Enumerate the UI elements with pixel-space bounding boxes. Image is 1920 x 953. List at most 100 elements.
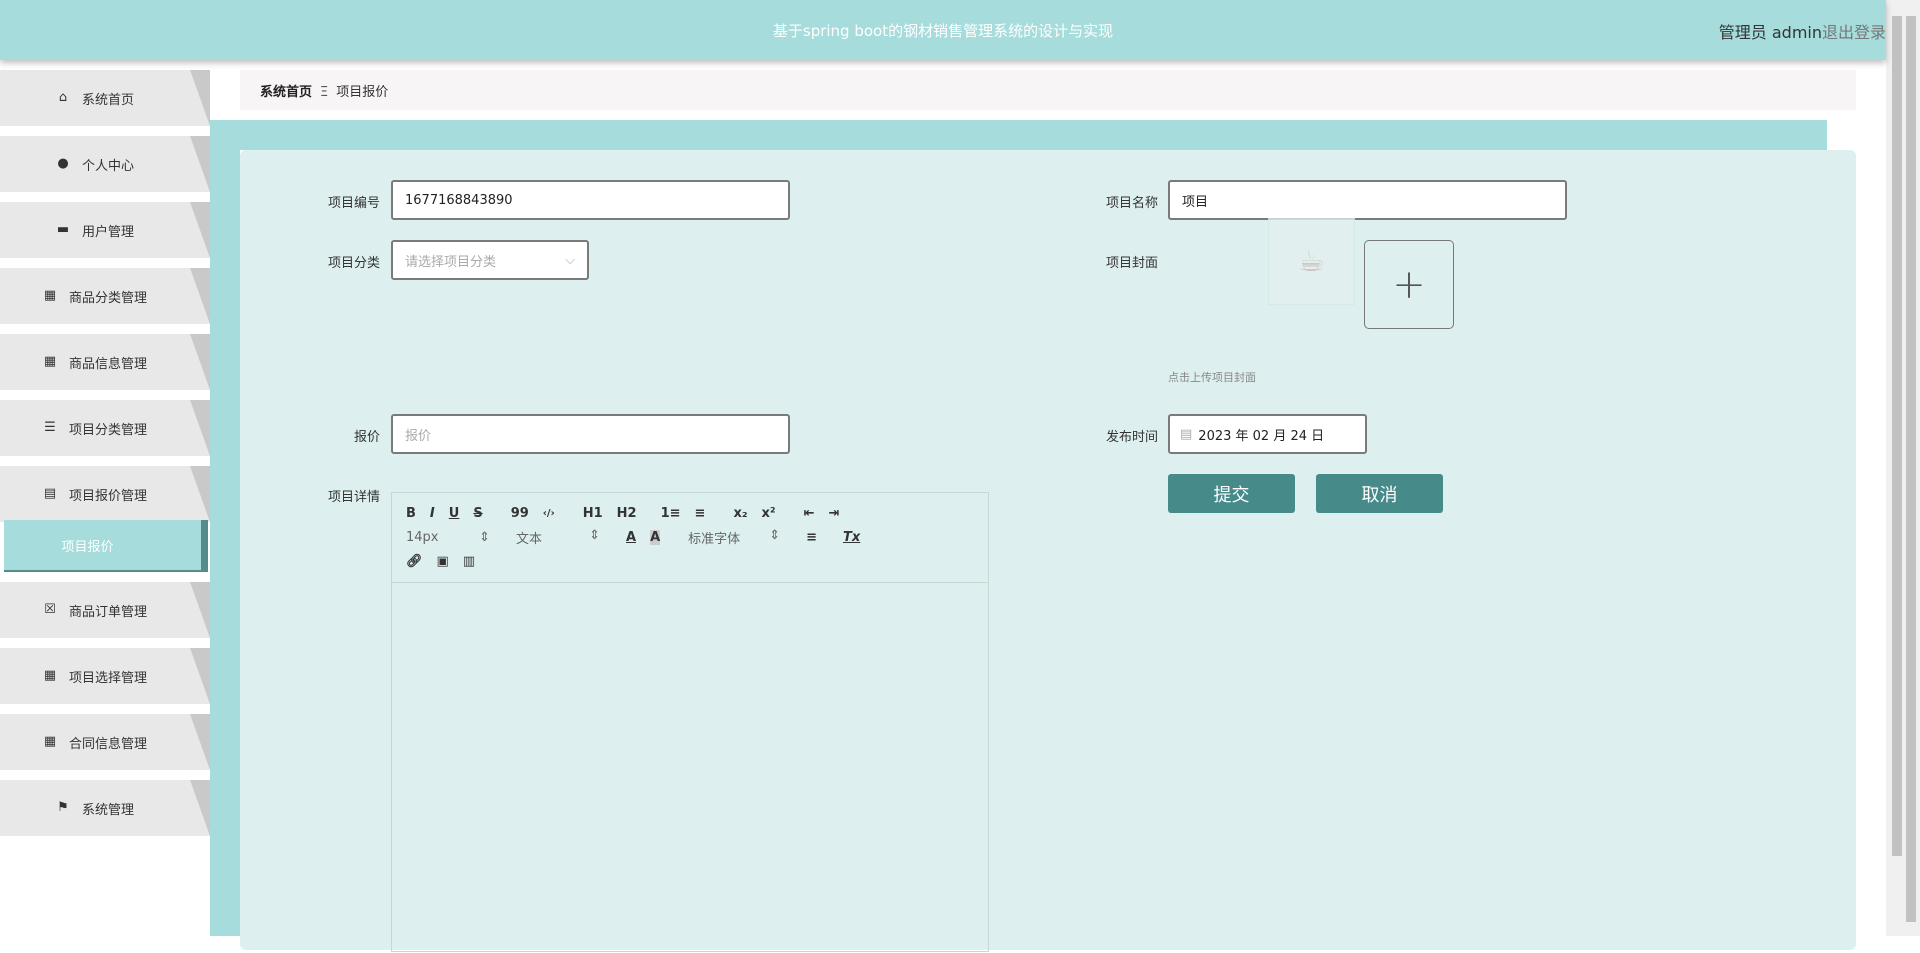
sidebar-item-label: 商品分类管理 xyxy=(68,290,147,306)
app-title: 基于spring boot的钢材销售管理系统的设计与实现 xyxy=(772,22,1114,40)
editor-toolbar: B I U S 99 ‹/› H1 H2 1≡ ≡ x₂ x² ⇤ ⇥ 14px… xyxy=(392,493,988,583)
font-family-value: 标准字体 xyxy=(688,531,741,547)
sidebar-item-users[interactable]: ▬ 用户管理 xyxy=(0,202,210,258)
sidebar-item-label: 个人中心 xyxy=(81,158,134,174)
breadcrumb-home[interactable]: 系统首页 xyxy=(260,85,312,100)
java-image-icon: ☕ xyxy=(1268,218,1355,305)
name-input[interactable]: 项目 xyxy=(1168,180,1567,220)
sidebar-item-project-select[interactable]: ▦ 项目选择管理 xyxy=(0,648,210,704)
h1-button[interactable]: H1 xyxy=(583,506,603,521)
strike-button[interactable]: S xyxy=(473,506,482,521)
updown-icon: ⇕ xyxy=(589,527,600,543)
sliders-icon: ☰ xyxy=(44,420,56,435)
content-band xyxy=(210,120,1827,150)
header-select[interactable]: 文本 ⇕ xyxy=(516,528,600,547)
code-block-button[interactable]: ‹/› xyxy=(543,508,555,519)
breadcrumb-separator: Ξ xyxy=(320,85,329,100)
category-label: 项目分类 xyxy=(327,256,380,271)
chevron-down-icon: ⌵ xyxy=(565,252,575,268)
sidebar-item-profile[interactable]: ● 个人中心 xyxy=(0,136,210,192)
sidebar-item-label: 项目报价管理 xyxy=(68,488,147,504)
blockquote-button[interactable]: 99 xyxy=(511,506,529,521)
cancel-button[interactable]: 取消 xyxy=(1316,474,1443,513)
scrollbar-thumb[interactable] xyxy=(1892,16,1902,856)
sidebar-item-label: 系统管理 xyxy=(81,802,134,818)
ordered-list-button[interactable]: 1≡ xyxy=(661,506,681,521)
sidebar-item-project-category[interactable]: ☰ 项目分类管理 xyxy=(0,400,210,456)
align-button[interactable]: ≡ xyxy=(806,530,817,545)
subscript-button[interactable]: x₂ xyxy=(733,506,747,521)
grid-icon: ▦ xyxy=(43,288,57,303)
submit-button[interactable]: 提交 xyxy=(1168,474,1295,513)
scrollbar-thumb-outer[interactable] xyxy=(1906,16,1916,922)
h2-button[interactable]: H2 xyxy=(617,506,637,521)
italic-button[interactable]: I xyxy=(430,506,435,521)
sidebar-item-goods-info[interactable]: ▦ 商品信息管理 xyxy=(0,334,210,390)
font-color-button[interactable]: A xyxy=(626,530,636,545)
sidebar: ⌂ 系统首页 ● 个人中心 ▬ 用户管理 ▦ 商品分类管理 ▦ 商品信息管理 ☰ 项目分类管… xyxy=(0,60,210,936)
bullet-list-button[interactable]: ≡ xyxy=(695,506,706,521)
date-input[interactable]: ▤ 2023 年 02 月 24 日 xyxy=(1168,414,1367,454)
price-input[interactable]: 报价 xyxy=(391,414,790,454)
link-icon[interactable]: 🔗︎ xyxy=(406,554,423,569)
name-value: 项目 xyxy=(1182,194,1209,210)
image-icon[interactable]: ▣ xyxy=(437,554,449,569)
current-user: 管理员 admin xyxy=(1718,23,1822,42)
font-size-value: 14px xyxy=(406,529,439,545)
price-label: 报价 xyxy=(353,430,380,445)
bold-button[interactable]: B xyxy=(406,506,416,521)
content-band-left xyxy=(210,120,240,936)
superscript-button[interactable]: x² xyxy=(762,506,776,521)
grid-icon: ▦ xyxy=(43,354,57,369)
video-icon[interactable]: ▥ xyxy=(463,554,475,569)
breadcrumb-current: 项目报价 xyxy=(336,85,389,100)
underline-button[interactable]: U xyxy=(449,506,460,521)
rich-text-editor: B I U S 99 ‹/› H1 H2 1≡ ≡ x₂ x² ⇤ ⇥ 14px… xyxy=(391,492,989,952)
sidebar-item-label: 项目分类管理 xyxy=(68,422,147,438)
code-label: 项目编号 xyxy=(327,196,380,211)
sidebar-item-label: 商品订单管理 xyxy=(68,604,147,620)
plus-icon: + xyxy=(1392,261,1426,308)
clear-format-button[interactable]: Tx xyxy=(843,530,860,545)
sidebar-item-contracts[interactable]: ▦ 合同信息管理 xyxy=(0,714,210,770)
sidebar-item-label: 商品信息管理 xyxy=(68,356,147,372)
font-size-select[interactable]: 14px ⇕ xyxy=(406,530,490,545)
user-icon: ● xyxy=(57,156,69,171)
indent-button[interactable]: ⇥ xyxy=(829,506,840,521)
detail-label: 项目详情 xyxy=(327,490,380,505)
sidebar-item-home[interactable]: ⌂ 系统首页 xyxy=(0,70,210,126)
sidebar-item-system[interactable]: ⚑ 系统管理 xyxy=(0,780,210,836)
monitor-icon: ▬ xyxy=(56,222,70,237)
calendar-icon: ▤ xyxy=(1180,426,1193,442)
price-placeholder: 报价 xyxy=(405,428,432,444)
flag-icon: ⚑ xyxy=(57,800,69,815)
background-color-button[interactable]: A xyxy=(650,529,661,545)
sidebar-item-goods-category[interactable]: ▦ 商品分类管理 xyxy=(0,268,210,324)
updown-icon: ⇕ xyxy=(769,527,781,543)
category-placeholder: 请选择项目分类 xyxy=(405,254,497,270)
category-select[interactable]: 请选择项目分类 ⌵ xyxy=(391,240,589,280)
sidebar-subitem-quote[interactable]: 项目报价 xyxy=(4,520,208,572)
logout-link[interactable]: 退出登录 xyxy=(1822,19,1886,43)
sidebar-item-quote-management[interactable]: ▤ 项目报价管理 xyxy=(0,466,210,522)
page-scrollbar[interactable] xyxy=(1886,0,1920,936)
sidebar-item-orders[interactable]: ☒ 商品订单管理 xyxy=(0,582,210,638)
updown-icon: ⇕ xyxy=(479,529,490,545)
font-family-select[interactable]: 标准字体 ⇕ xyxy=(688,528,780,547)
sidebar-item-label: 项目报价 xyxy=(61,539,114,555)
home-icon: ⌂ xyxy=(58,90,68,105)
sidebar-item-label: 系统首页 xyxy=(81,92,134,108)
clipboard-x-icon: ☒ xyxy=(44,602,56,617)
grid-icon: ▦ xyxy=(43,668,57,683)
upload-plus-button[interactable]: + xyxy=(1364,240,1454,329)
outdent-button[interactable]: ⇤ xyxy=(804,506,815,521)
top-header: 基于spring boot的钢材销售管理系统的设计与实现 管理员 admin 退… xyxy=(0,0,1886,60)
breadcrumb: 系统首页 Ξ 项目报价 xyxy=(240,70,1856,110)
header-value: 文本 xyxy=(516,531,543,547)
code-value: 1677168843890 xyxy=(405,192,513,208)
date-value: 2023 年 02 月 24 日 xyxy=(1198,428,1325,444)
code-input[interactable]: 1677168843890 xyxy=(391,180,790,220)
sidebar-item-label: 合同信息管理 xyxy=(68,736,147,752)
editor-content[interactable] xyxy=(392,583,988,953)
clipboard-icon: ▤ xyxy=(43,486,57,501)
